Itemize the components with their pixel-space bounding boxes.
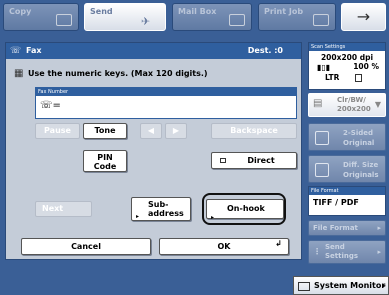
settings-icon: ⋮ bbox=[313, 247, 321, 256]
cursor-right-button[interactable]: ▶ bbox=[165, 123, 187, 139]
highlight-ring bbox=[202, 193, 286, 225]
two-sided-text-1: 2-Sided bbox=[343, 129, 373, 137]
paper-icon bbox=[355, 74, 362, 82]
file-format-button-label: File Format bbox=[313, 224, 358, 232]
send-plane-icon: ✈ bbox=[141, 15, 151, 28]
pause-button[interactable]: Pause bbox=[35, 123, 80, 139]
fax-panel: ☏ Fax Dest. :0 ▦ Use the numeric keys. (… bbox=[5, 42, 302, 260]
right-panel: Scan Settings 200x200 dpi ▮▯▮ 100 % LTR … bbox=[308, 42, 386, 267]
scan-icon: ▤ bbox=[313, 98, 323, 109]
tab-mailbox[interactable]: Mail Box bbox=[172, 3, 252, 31]
system-monitor-button[interactable]: System Monitor ▸ bbox=[293, 276, 389, 295]
paper-size-text: LTR bbox=[325, 73, 340, 82]
system-monitor-arrow-icon: ▸ bbox=[381, 281, 386, 290]
two-sided-original-button[interactable]: 2-Sided Original bbox=[308, 123, 386, 151]
direct-checkbox-icon bbox=[220, 158, 226, 163]
backspace-label: Backspace bbox=[230, 126, 278, 135]
pause-label: Pause bbox=[44, 126, 71, 135]
code-label: Code bbox=[93, 162, 117, 171]
right-arrow-icon: ▶ bbox=[172, 126, 180, 135]
next-label: Next bbox=[42, 204, 64, 213]
send-settings-button[interactable]: ⋮ Send Settings ▸ bbox=[308, 240, 386, 264]
subaddress-arrow-icon: ▸ bbox=[136, 213, 140, 220]
printer-icon bbox=[313, 14, 329, 26]
backspace-button[interactable]: Backspace bbox=[211, 123, 297, 139]
color-mode-icon: ▮▯▮ bbox=[317, 63, 331, 72]
fax-number-value: ☏= bbox=[40, 100, 61, 111]
enter-arrow-icon: ↲ bbox=[275, 239, 282, 248]
direct-label: Direct bbox=[247, 156, 275, 165]
chevron-down-icon: ▼ bbox=[374, 100, 381, 109]
mailbox-icon bbox=[229, 14, 245, 26]
tab-print-job-label: Print Job bbox=[264, 7, 304, 16]
file-format-box: File Format TIFF / PDF bbox=[308, 186, 386, 216]
resolution-text: 200x200 dpi bbox=[320, 53, 374, 62]
color-mode-button[interactable]: ▤ Clr/BW/ 200x200 ▼ bbox=[308, 93, 386, 117]
left-arrow-icon: ◀ bbox=[147, 126, 155, 135]
keypad-icon: ▦ bbox=[14, 68, 24, 79]
cancel-button[interactable]: Cancel bbox=[21, 238, 151, 255]
file-format-label: File Format bbox=[309, 187, 385, 195]
next-button[interactable]: Next bbox=[35, 201, 92, 217]
diff-size-originals-button[interactable]: Diff. Size Originals bbox=[308, 155, 386, 183]
tab-copy[interactable]: Copy bbox=[3, 3, 79, 31]
scan-settings-box: Scan Settings 200x200 dpi ▮▯▮ 100 % LTR bbox=[308, 42, 386, 90]
send-settings-arrow-icon: ▸ bbox=[377, 248, 381, 256]
monitor-icon bbox=[298, 282, 310, 291]
fax-title: Fax bbox=[26, 46, 42, 55]
tone-label: Tone bbox=[94, 126, 116, 135]
copier-screen: Copy Send ✈ Mail Box Print Job → ☏ Fax D… bbox=[0, 0, 389, 295]
ok-label: OK bbox=[217, 242, 231, 251]
send-settings-text-2: Settings bbox=[325, 252, 359, 260]
next-menu-arrow-icon[interactable]: → bbox=[341, 3, 386, 31]
tab-print-job[interactable]: Print Job bbox=[258, 3, 336, 31]
destination-count: Dest. :0 bbox=[247, 46, 283, 55]
tab-copy-label: Copy bbox=[9, 7, 32, 16]
pin-code-button[interactable]: PIN Code bbox=[83, 150, 127, 172]
diff-size-icon bbox=[315, 163, 329, 177]
cancel-label: Cancel bbox=[71, 242, 101, 251]
tab-send[interactable]: Send ✈ bbox=[84, 3, 166, 31]
instruction-text: Use the numeric keys. (Max 120 digits.) bbox=[28, 69, 208, 78]
subaddress-button[interactable]: ▸ Sub- address bbox=[131, 197, 191, 221]
system-monitor-label: System Monitor bbox=[314, 281, 386, 290]
address-label: address bbox=[148, 209, 184, 218]
zoom-text: 100 % bbox=[353, 62, 379, 71]
sub-label: Sub- bbox=[148, 200, 169, 209]
two-sided-text-2: Original bbox=[343, 139, 375, 147]
direct-button[interactable]: Direct bbox=[211, 152, 297, 169]
diff-size-text-1: Diff. Size bbox=[343, 161, 379, 169]
pin-label: PIN bbox=[97, 153, 113, 162]
scan-settings-label: Scan Settings bbox=[309, 43, 385, 51]
diff-size-text-2: Originals bbox=[343, 171, 379, 179]
fax-number-field[interactable]: Fax Number ☏= bbox=[35, 87, 297, 119]
file-format-button[interactable]: File Format ▸ bbox=[308, 220, 386, 236]
file-format-value: TIFF / PDF bbox=[313, 198, 359, 207]
tone-button[interactable]: Tone bbox=[83, 123, 127, 139]
fax-header: ☏ Fax Dest. :0 bbox=[6, 43, 301, 59]
tab-mailbox-label: Mail Box bbox=[178, 7, 217, 16]
file-format-arrow-icon: ▸ bbox=[377, 224, 381, 232]
copy-icon bbox=[56, 14, 72, 26]
two-sided-icon bbox=[315, 131, 329, 145]
ok-button[interactable]: OK ↲ bbox=[159, 238, 289, 255]
fax-icon: ☏ bbox=[10, 46, 22, 56]
tab-send-label: Send bbox=[90, 7, 113, 16]
send-settings-text-1: Send bbox=[325, 243, 345, 251]
cursor-left-button[interactable]: ◀ bbox=[140, 123, 162, 139]
fax-number-label: Fax Number bbox=[36, 88, 296, 96]
